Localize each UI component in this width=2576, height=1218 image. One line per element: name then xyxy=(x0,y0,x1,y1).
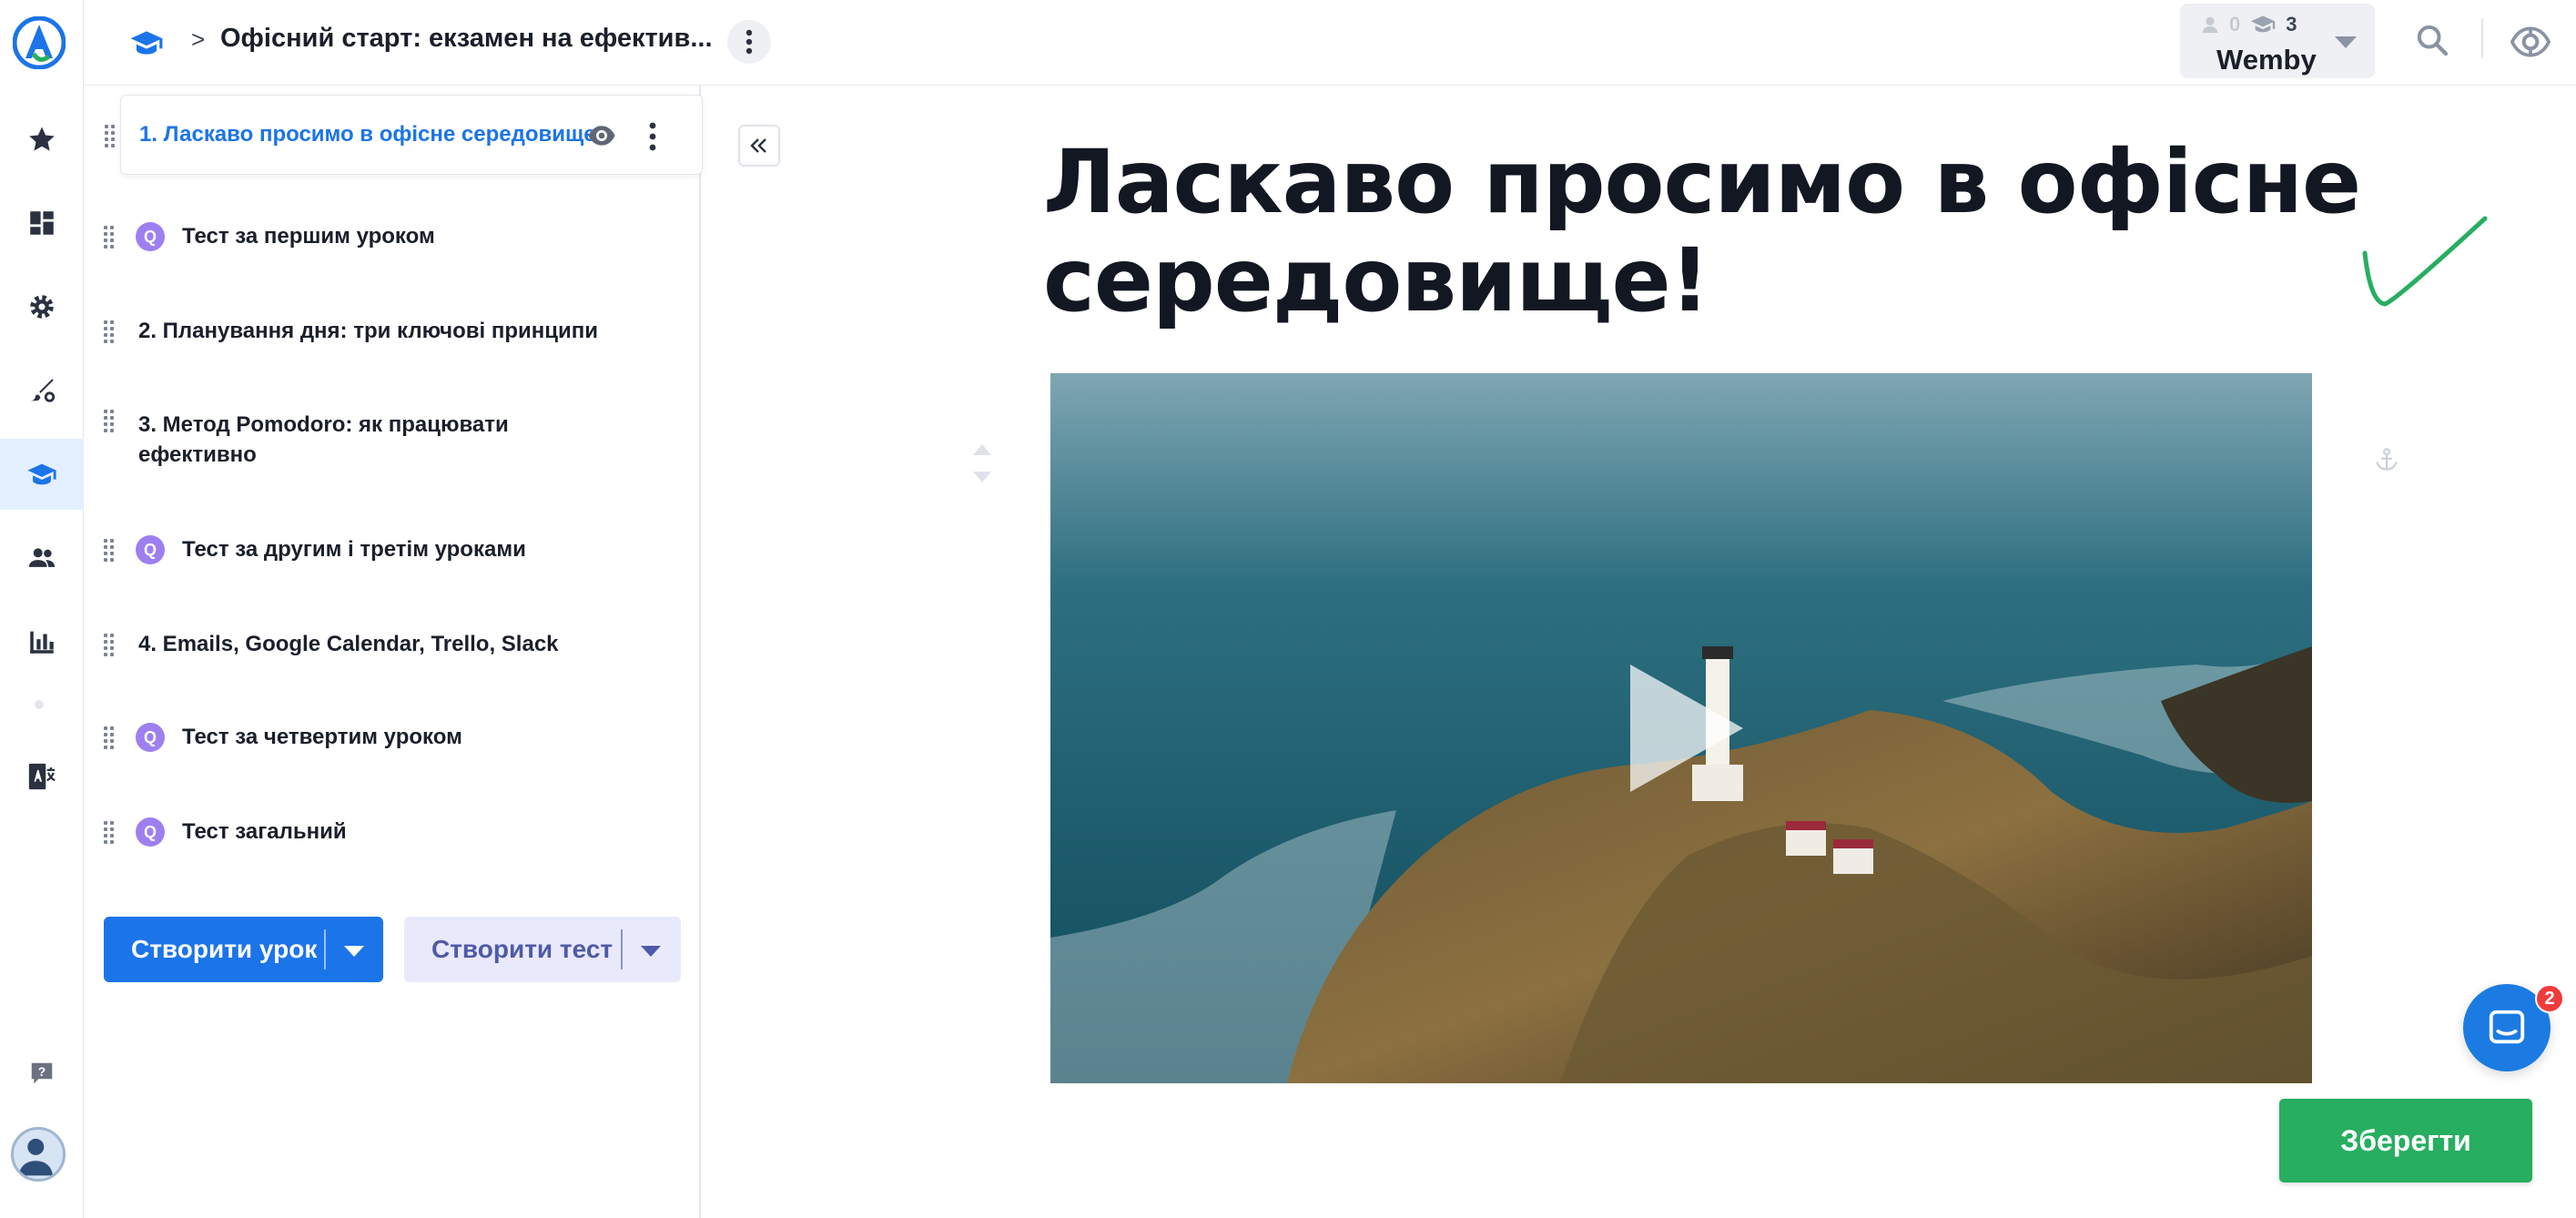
create-test-label: Створити тест xyxy=(431,935,614,963)
rail-statistics[interactable] xyxy=(0,606,84,677)
chat-icon xyxy=(2489,1010,2525,1044)
breadcrumb-separator: > xyxy=(191,25,206,53)
top-bar: > Офісний старт: екзамен на ефектив... 0… xyxy=(84,0,2576,86)
user-name: Wemby xyxy=(2216,44,2317,76)
chat-unread-badge: 2 xyxy=(2535,984,2564,1013)
lesson-label: 2. Планування дня: три ключові принципи xyxy=(138,319,599,343)
help-icon: ? xyxy=(31,1062,53,1084)
button-divider xyxy=(324,929,326,969)
chevrons-left-icon xyxy=(750,138,766,153)
lesson-item[interactable]: Q Тест за четвертим уроком xyxy=(84,712,701,765)
drag-handle-icon[interactable] xyxy=(104,634,117,656)
lesson-item[interactable]: Q Тест загальний xyxy=(84,807,701,859)
user-switcher[interactable]: 0 3 Wemby xyxy=(2180,4,2375,78)
lesson-item[interactable]: 2. Планування дня: три ключові принципи xyxy=(84,306,701,359)
users-icon xyxy=(28,548,56,567)
preview-eye-icon[interactable] xyxy=(2510,22,2551,62)
lesson-video[interactable] xyxy=(1050,373,2312,1083)
design-icon xyxy=(30,379,56,402)
rail-favorites[interactable] xyxy=(0,104,84,175)
lesson-label: 4. Emails, Google Calendar, Trello, Slac… xyxy=(138,632,559,656)
lesson-label: Тест за четвертим уроком xyxy=(182,725,462,749)
course-title[interactable]: Офісний старт: екзамен на ефектив... xyxy=(220,24,713,54)
person-icon xyxy=(2202,16,2218,34)
course-menu-button[interactable] xyxy=(727,20,771,64)
create-lesson-button[interactable]: Створити урок xyxy=(104,917,383,982)
dashboard-icon xyxy=(30,211,54,235)
drag-handle-icon[interactable] xyxy=(104,320,117,343)
lesson-item[interactable]: 4. Emails, Google Calendar, Trello, Slac… xyxy=(84,619,701,672)
rail-translations[interactable] xyxy=(0,741,84,812)
drag-handle-icon[interactable] xyxy=(104,821,117,844)
lessons-panel: 1. Ласкаво просимо в офісне середовище! … xyxy=(84,86,703,1218)
lesson-title[interactable]: Ласкаво просимо в офісне середовище! xyxy=(1043,133,2390,330)
lesson-item[interactable]: 3. Метод Pomodoro: як працювати ефективн… xyxy=(84,410,701,477)
lesson-label: 1. Ласкаво просимо в офісне середовище! xyxy=(139,122,603,147)
chevron-down-icon[interactable] xyxy=(344,946,364,957)
chevron-down-icon[interactable] xyxy=(641,946,661,957)
avatar[interactable] xyxy=(11,1127,66,1182)
rail-courses[interactable] xyxy=(0,439,84,510)
more-vertical-icon[interactable] xyxy=(649,121,656,152)
svg-text:?: ? xyxy=(38,1065,46,1079)
quiz-badge: Q xyxy=(136,535,165,564)
quiz-badge: Q xyxy=(136,817,165,847)
user-stat-users: 0 xyxy=(2229,13,2241,36)
quiz-badge: Q xyxy=(136,723,165,752)
rail-help[interactable]: ? xyxy=(0,1038,84,1109)
drag-handle-icon[interactable] xyxy=(104,226,117,249)
drag-handle-icon[interactable] xyxy=(105,125,117,147)
rail-dashboard[interactable] xyxy=(0,188,84,259)
drag-handle-icon[interactable] xyxy=(104,539,117,562)
course-cap-icon[interactable] xyxy=(129,25,164,60)
button-divider xyxy=(621,929,623,969)
lesson-label: Тест за першим уроком xyxy=(182,224,435,249)
play-icon[interactable] xyxy=(1623,657,1750,799)
left-rail: ? xyxy=(0,0,84,1218)
search-icon[interactable] xyxy=(2414,22,2450,58)
reorder-arrows-icon[interactable] xyxy=(972,442,992,484)
lesson-item[interactable]: Q Тест за другим і третім уроками xyxy=(84,524,701,577)
rail-divider-dot xyxy=(35,700,44,709)
rail-settings[interactable] xyxy=(0,271,84,342)
star-icon xyxy=(29,127,55,151)
translate-icon xyxy=(28,763,56,790)
create-test-button[interactable]: Створити тест xyxy=(404,917,681,982)
create-lesson-label: Створити урок xyxy=(131,935,318,963)
checkmark-icon xyxy=(2362,216,2488,307)
user-stat-courses: 3 xyxy=(2286,13,2297,36)
save-button[interactable]: Зберегти xyxy=(2279,1099,2532,1182)
lesson-item[interactable]: 1. Ласкаво просимо в офісне середовище! xyxy=(105,95,703,175)
topbar-divider xyxy=(2481,18,2483,58)
rail-users[interactable] xyxy=(0,523,84,594)
lesson-label: Тест за другим і третім уроками xyxy=(182,537,526,562)
lesson-item[interactable]: Q Тест за першим уроком xyxy=(84,211,701,264)
anchor-icon[interactable] xyxy=(2374,446,2399,473)
gear-icon xyxy=(30,295,54,319)
eye-icon[interactable] xyxy=(587,121,616,150)
avatar-icon xyxy=(18,1138,54,1176)
lesson-label: Тест загальний xyxy=(182,819,347,844)
user-stats: 0 3 xyxy=(2200,13,2297,36)
courses-icon xyxy=(27,463,56,485)
collapse-panel-button[interactable] xyxy=(738,125,780,167)
more-vertical-icon xyxy=(745,29,753,55)
rail-design[interactable] xyxy=(0,355,84,426)
logo-icon[interactable] xyxy=(13,16,66,69)
drag-handle-icon[interactable] xyxy=(104,410,117,432)
drag-handle-icon[interactable] xyxy=(104,726,117,749)
lesson-label: 3. Метод Pomodoro: як працювати ефективн… xyxy=(138,412,509,467)
chevron-down-icon xyxy=(2335,36,2357,48)
courses-small-icon xyxy=(2251,15,2276,33)
quiz-badge: Q xyxy=(136,222,165,251)
chart-icon xyxy=(30,631,54,654)
